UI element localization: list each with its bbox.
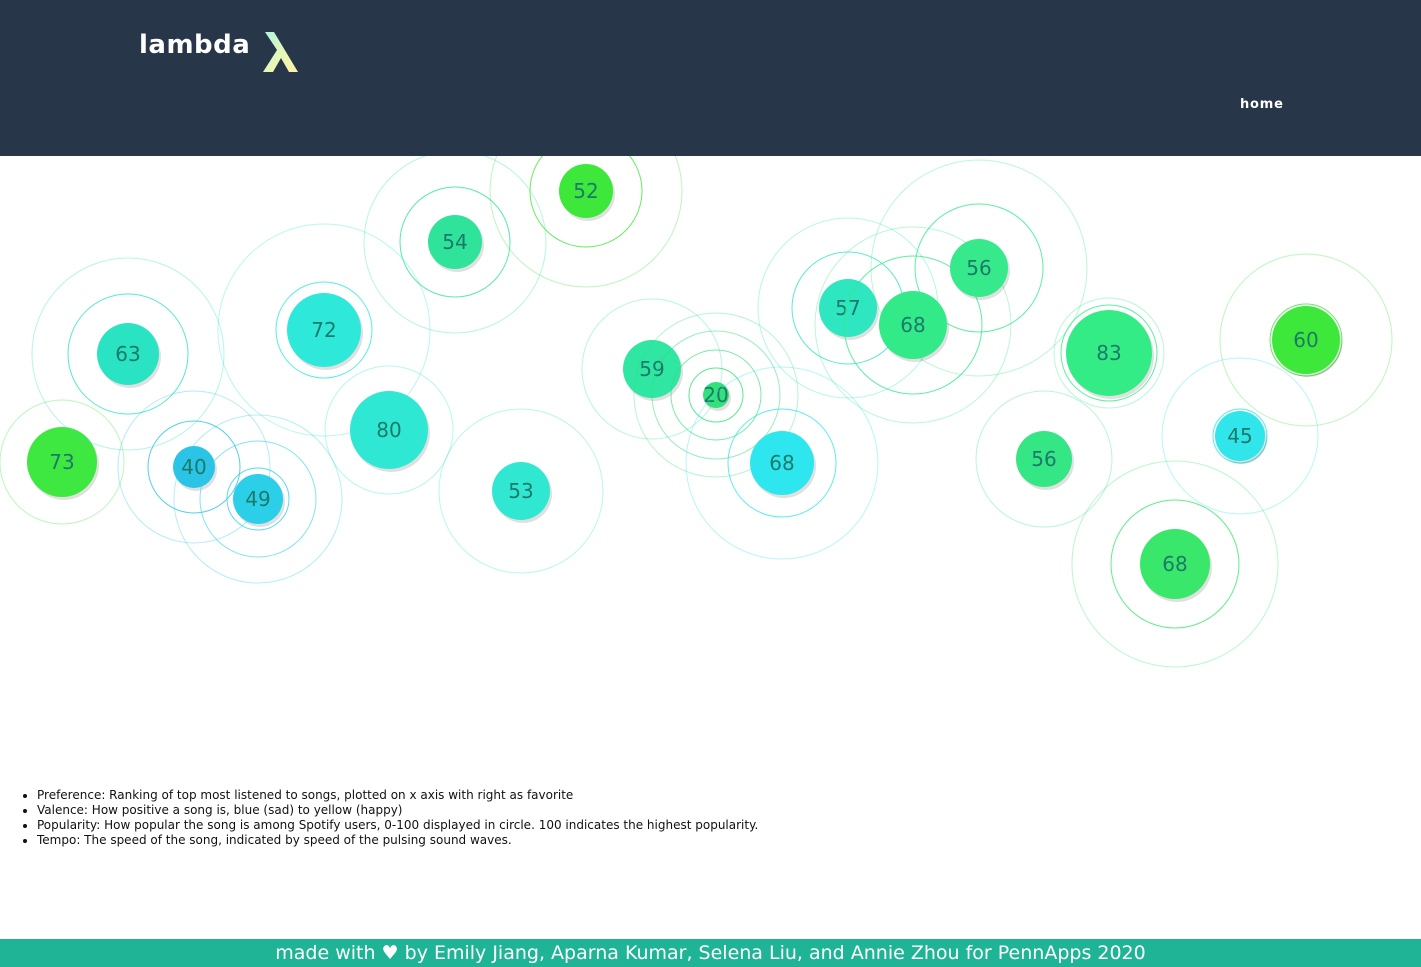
song-bubble[interactable]: 80	[324, 365, 454, 495]
lambda-logo-icon	[263, 32, 298, 72]
popularity-label: 73	[49, 450, 74, 474]
song-bubble[interactable]: 49	[173, 414, 343, 584]
legend-item-preference: Preference: Ranking of top most listened…	[22, 788, 758, 803]
song-bubble[interactable]: 53	[438, 408, 604, 574]
popularity-label: 56	[1031, 447, 1056, 471]
popularity-label: 68	[900, 313, 925, 337]
popularity-label: 52	[573, 179, 598, 203]
song-bubble[interactable]: 52	[489, 156, 683, 288]
popularity-label: 54	[442, 230, 467, 254]
brand-name[interactable]: lambda	[139, 30, 250, 60]
legend-list: Preference: Ranking of top most listened…	[22, 788, 759, 848]
popularity-label: 59	[639, 357, 664, 381]
song-bubble[interactable]: 45	[1161, 357, 1319, 515]
song-bubble[interactable]: 73	[0, 399, 125, 525]
popularity-label: 83	[1096, 341, 1121, 365]
song-bubble[interactable]: 68	[1071, 460, 1279, 668]
popularity-label: 68	[1162, 552, 1187, 576]
popularity-label: 63	[115, 342, 140, 366]
song-bubble[interactable]: 60	[1219, 253, 1393, 427]
legend-item-tempo: Tempo: The speed of the song, indicated …	[22, 833, 758, 848]
song-bubble[interactable]: 56	[975, 390, 1113, 528]
popularity-label: 57	[835, 296, 860, 320]
popularity-label: 68	[769, 451, 794, 475]
popularity-label: 53	[508, 479, 533, 503]
song-bubble-chart: 7363404972805453525920685768565683684560	[0, 156, 1393, 668]
legend-item-popularity: Popularity: How popular the song is amon…	[22, 818, 759, 832]
legend-item-valence: Valence: How positive a song is, blue (s…	[22, 803, 758, 818]
nav-home-link[interactable]: home	[1240, 97, 1284, 112]
song-bubble[interactable]: 83	[1053, 297, 1165, 409]
popularity-label: 56	[966, 256, 991, 280]
popularity-label: 72	[311, 318, 336, 342]
popularity-label: 60	[1293, 328, 1318, 352]
top-navbar: lambda home	[0, 0, 1421, 156]
popularity-label: 45	[1227, 424, 1252, 448]
song-bubble[interactable]: 54	[363, 156, 547, 334]
popularity-label: 80	[376, 418, 401, 442]
popularity-label: 40	[181, 455, 206, 479]
footer-credits: made with ♥ by Emily Jiang, Aparna Kumar…	[0, 939, 1421, 967]
popularity-label: 49	[245, 487, 270, 511]
